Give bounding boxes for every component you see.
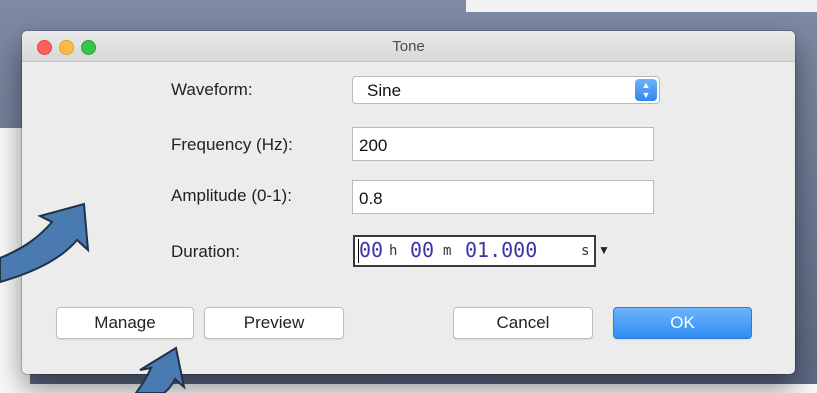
annotation-arrow-right-icon [0,202,90,284]
annotation-arrow-up-icon [134,346,186,393]
annotation-arrows [0,202,186,393]
